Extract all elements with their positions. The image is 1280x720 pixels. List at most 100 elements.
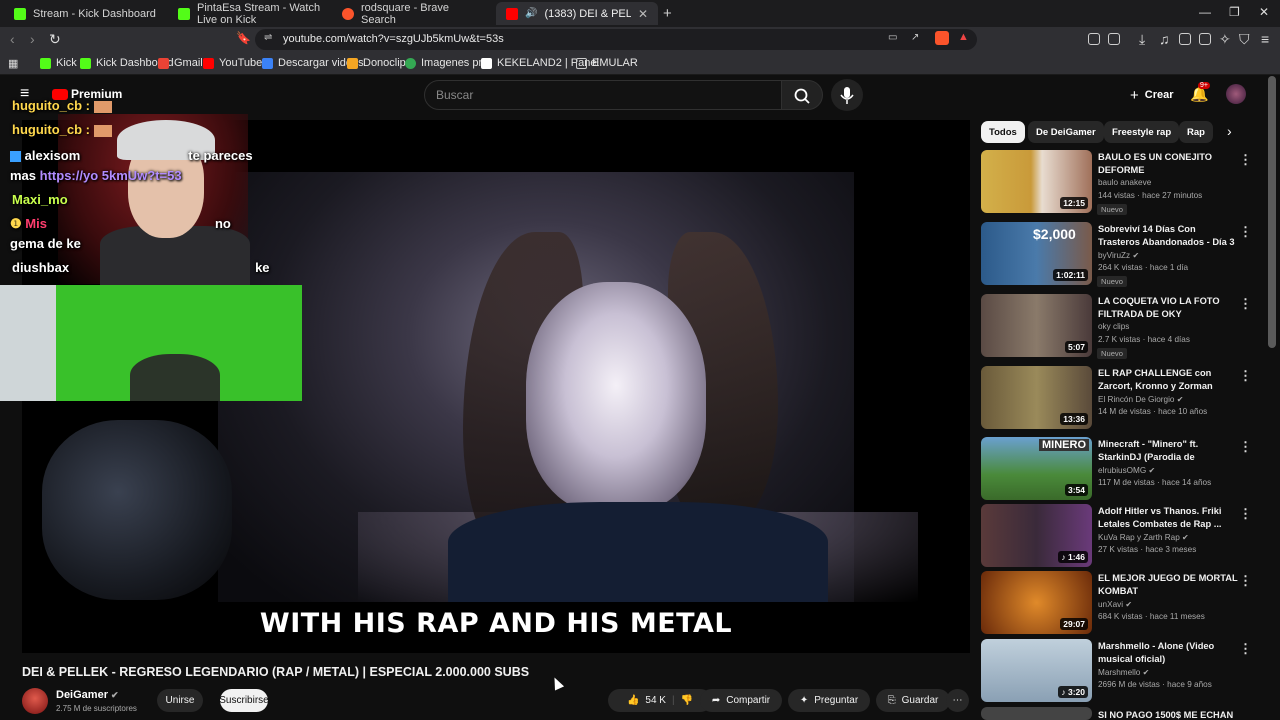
video-thumbnail[interactable] [981, 707, 1092, 720]
video-thumbnail[interactable]: 12:15 [981, 150, 1092, 213]
more-vert-icon[interactable]: ⋮ [1239, 506, 1252, 522]
bookmark-donoclip[interactable]: Donoclip [347, 57, 406, 69]
account-avatar[interactable] [1226, 84, 1246, 104]
wallet-icon[interactable] [1199, 33, 1211, 45]
notifications-button[interactable]: 🔔 9+ [1190, 82, 1210, 104]
window-close-icon[interactable]: ✕ [1259, 5, 1269, 19]
folder-icon [576, 57, 587, 69]
kick-icon [14, 7, 26, 20]
video-thumbnail[interactable]: 29:07 [981, 571, 1092, 634]
channel-name[interactable]: DeiGamer ✔ [56, 689, 119, 701]
more-vert-icon[interactable]: ⋮ [1239, 573, 1252, 589]
site-info-icon[interactable]: ⇌ [264, 32, 272, 43]
chip-rap[interactable]: Rap [1179, 121, 1213, 143]
recommendation-item[interactable]: 29:07 EL MEJOR JUEGO DE MORTAL KOMBAT un… [981, 571, 1252, 637]
voice-search-button[interactable] [831, 79, 863, 111]
channel-avatar[interactable] [22, 688, 48, 714]
more-vert-icon[interactable]: ⋮ [1239, 296, 1252, 312]
brave-rewards-icon[interactable]: ▲ [958, 31, 969, 43]
back-icon[interactable]: ‹ [10, 31, 15, 47]
bookmark-gmail[interactable]: Gmail [158, 57, 203, 69]
sidebar-icon[interactable] [1179, 33, 1191, 45]
extension-icon[interactable] [1108, 33, 1120, 45]
search-button[interactable] [781, 80, 823, 110]
more-vert-icon[interactable]: ⋮ [1239, 224, 1252, 240]
recommendation-item[interactable]: ♪ 3:20 Marshmello - Alone (Video musical… [981, 639, 1252, 705]
ask-button[interactable]: ✦ Preguntar [788, 689, 870, 712]
address-bar[interactable]: ⇌ youtube.com/watch?v=szgUJb5kmUw&t=53s … [255, 29, 977, 50]
more-vert-icon[interactable]: ⋮ [1239, 439, 1252, 455]
more-actions-button[interactable]: ⋯ [946, 689, 969, 712]
recommendation-item[interactable]: SI NO PAGO 1500$ ME ECHAN [981, 707, 1251, 720]
bookmark-imagenes[interactable]: Imagenes png [405, 57, 491, 69]
subscribe-button[interactable]: Suscribirse [219, 689, 269, 712]
like-count: 54 K [645, 695, 666, 706]
bookmark-icon[interactable]: 🔖 [236, 31, 251, 45]
kick-icon [178, 7, 190, 20]
scrollbar[interactable] [1268, 76, 1276, 348]
chip-label: Freestyle rap [1112, 126, 1172, 138]
chevron-right-icon[interactable]: › [1227, 123, 1232, 139]
chip-de-deigamer[interactable]: De DeiGamer [1028, 121, 1104, 143]
recommendation-item[interactable]: ♪ 1:46 Adolf Hitler vs Thanos. Friki Let… [981, 504, 1252, 570]
url-text: youtube.com/watch?v=szgUJb5kmUw&t=53s [283, 33, 504, 45]
share-icon[interactable]: ↗ [911, 32, 919, 43]
video-thumbnail[interactable]: 5:07 [981, 294, 1092, 357]
vpn-icon[interactable]: ⛉ [1239, 31, 1250, 48]
new-tab-icon[interactable]: + [663, 5, 672, 22]
duration-badge: ♪ 3:20 [1058, 686, 1088, 698]
menu-icon[interactable]: ≡ [1261, 31, 1269, 47]
video-caption: WITH HIS RAP AND HIS METAL [259, 608, 733, 639]
reload-icon[interactable]: ↻ [49, 31, 61, 48]
restore-icon[interactable]: ❐ [1229, 5, 1240, 19]
video-thumbnail[interactable]: 13:36 [981, 366, 1092, 429]
thumbs-down-icon: 👎 [680, 695, 694, 706]
bookmark-kick[interactable]: Kick [40, 57, 77, 69]
video-thumbnail[interactable]: ♪ 3:20 [981, 639, 1092, 702]
tab-kick-live[interactable]: PintaEsa Stream - Watch Live on Kick [168, 2, 332, 26]
join-button[interactable]: Unirse [157, 689, 203, 712]
apps-icon[interactable]: ▦ [8, 57, 18, 70]
divider: | [671, 695, 675, 706]
tab-brave-search[interactable]: rodsquare - Brave Search [332, 2, 496, 26]
create-button[interactable]: + Crear [1120, 82, 1184, 108]
recommendation-item[interactable]: 5:07 LA COQUETA VIO LA FOTO FILTRADA DE … [981, 294, 1252, 360]
video-thumbnail[interactable]: $2,000 1:02:11 [981, 222, 1092, 285]
minimize-icon[interactable]: — [1199, 5, 1211, 19]
chat-message: mas https://yo 5kmUw?t=53 [10, 168, 182, 183]
more-vert-icon[interactable]: ⋮ [1239, 641, 1252, 657]
video-microphone [42, 420, 232, 600]
close-tab-icon[interactable]: ✕ [638, 7, 648, 21]
like-button[interactable]: 👍 54 K [627, 695, 666, 706]
recommendation-item[interactable]: 13:36 EL RAP CHALLENGE con Zarcort, Kron… [981, 366, 1252, 432]
cast-icon[interactable]: ▭ [888, 32, 897, 43]
tab-kick-dashboard[interactable]: Stream - Kick Dashboard [4, 2, 168, 25]
recommendation-item[interactable]: $2,000 1:02:11 Sobreviví 14 Días Con Tras… [981, 222, 1252, 288]
bookmark-label: Donoclip [363, 57, 406, 69]
new-badge: Nuevo [1097, 204, 1127, 215]
leo-icon[interactable]: ✧ [1219, 31, 1231, 48]
recommendation-item[interactable]: 12:15 BAULO ES UN CONEJITO DEFORME baulo… [981, 150, 1252, 216]
bookmark-youtube[interactable]: YouTube [203, 57, 262, 69]
download-icon[interactable]: ⤓ [1139, 31, 1145, 48]
forward-icon[interactable]: › [30, 31, 35, 47]
extension-icon[interactable] [1088, 33, 1100, 45]
media-icon[interactable]: ♫ [1159, 31, 1170, 47]
dislike-button[interactable]: 👎 [681, 695, 693, 706]
duration-badge: 1:02:11 [1053, 269, 1088, 281]
bookmark-emular[interactable]: EMULAR [576, 57, 638, 69]
share-button[interactable]: ➦ Compartir [700, 689, 782, 712]
chip-freestyle-rap[interactable]: Freestyle rap [1104, 121, 1180, 143]
brave-shields-icon[interactable] [935, 31, 949, 45]
more-vert-icon[interactable]: ⋮ [1239, 152, 1252, 168]
video-thumbnail[interactable]: MINERO 3:54 [981, 437, 1092, 500]
recommendation-item[interactable]: MINERO 3:54 Minecraft - "Minero" ft. Star… [981, 437, 1252, 503]
search-input[interactable]: Buscar [424, 80, 782, 110]
emote-icon [93, 124, 112, 137]
tab-youtube-active[interactable]: 🔊 (1383) DEI & PELLEK - REGRE ✕ [496, 2, 658, 25]
warning-icon: ❶ [10, 216, 22, 231]
more-vert-icon[interactable]: ⋮ [1239, 368, 1252, 384]
save-button[interactable]: ⎘ Guardar [876, 689, 950, 712]
video-thumbnail[interactable]: ♪ 1:46 [981, 504, 1092, 567]
chip-todos[interactable]: Todos [981, 121, 1025, 143]
